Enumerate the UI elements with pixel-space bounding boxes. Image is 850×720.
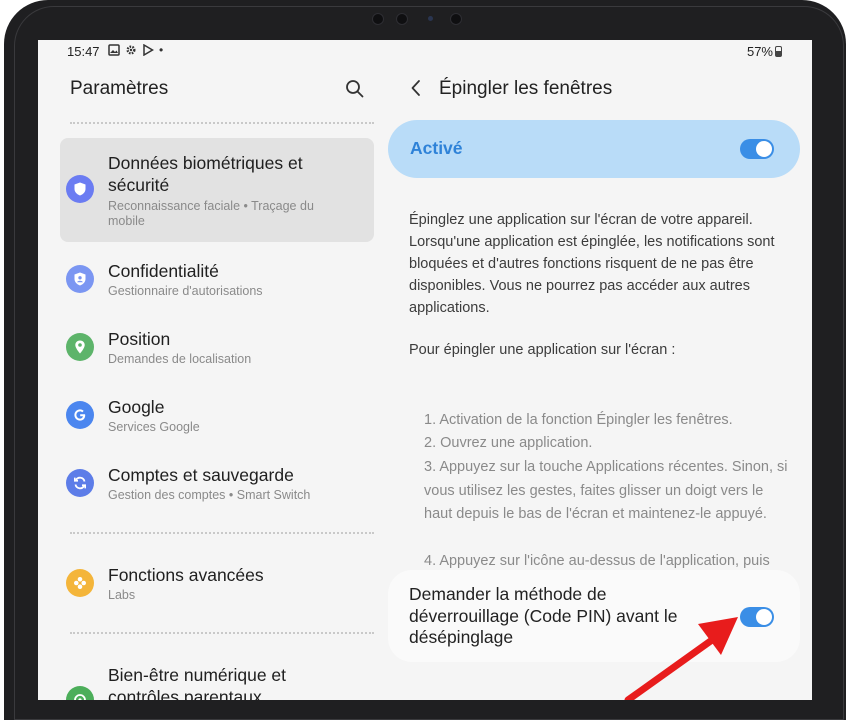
settings-item-title: Position xyxy=(108,329,171,349)
toggle-knob xyxy=(756,609,772,625)
settings-item-title: Données biométriques et sécurité xyxy=(108,153,303,195)
settings-item-subtitle: Gestion des comptes • Smart Switch xyxy=(108,488,311,502)
status-bar: 15:47 • 57% xyxy=(38,40,812,64)
settings-item-location[interactable]: Position Demandes de localisation xyxy=(60,328,374,374)
camera-icon xyxy=(450,13,462,25)
divider xyxy=(70,632,374,634)
image-notification-icon xyxy=(108,44,120,56)
settings-item-title: Google xyxy=(108,397,165,417)
instruction-step: 3. Appuyez sur la touche Applications ré… xyxy=(424,459,788,522)
settings-item-subtitle: Reconnaissance faciale • Traçage du mobi… xyxy=(108,199,314,228)
back-icon[interactable] xyxy=(408,78,426,98)
more-notifications-icon: • xyxy=(159,43,164,57)
settings-item-title: Confidentialité xyxy=(108,261,219,281)
battery-level: 57% xyxy=(746,44,773,59)
settings-title: Paramètres xyxy=(70,78,169,99)
screen: 15:47 • 57% Paramètres Données biométriq… xyxy=(38,40,812,700)
master-toggle-label: Activé xyxy=(410,138,463,158)
instructions-title: Pour épingler une application sur l'écra… xyxy=(409,342,676,358)
battery-status: 57% xyxy=(747,44,782,59)
page-title: Épingler les fenêtres xyxy=(439,78,613,99)
settings-item-title: Fonctions avancées xyxy=(108,565,264,585)
shield-icon xyxy=(66,175,94,203)
status-icons: • xyxy=(108,43,163,57)
privacy-icon xyxy=(66,265,94,293)
divider xyxy=(70,532,374,534)
settings-item-privacy[interactable]: Confidentialité Gestionnaire d'autorisat… xyxy=(60,260,374,306)
settings-list-panel: Paramètres Données biométriques et sécur… xyxy=(38,64,388,700)
settings-item-accounts-backup[interactable]: Comptes et sauvegarde Gestion des compte… xyxy=(60,464,374,510)
unlock-before-unpin-row[interactable]: Demander la méthode de déverrouillage (C… xyxy=(388,570,800,662)
search-icon[interactable] xyxy=(344,78,366,100)
settings-item-digital-wellbeing[interactable]: Bien-être numérique et contrôles parenta… xyxy=(60,664,374,700)
settings-item-title: Comptes et sauvegarde xyxy=(108,465,294,485)
description-text: Épinglez une application sur l'écran de … xyxy=(409,212,775,316)
play-store-icon xyxy=(143,44,154,56)
unlock-before-unpin-label: Demander la méthode de déverrouillage (C… xyxy=(409,584,678,647)
settings-item-subtitle: Labs xyxy=(108,588,136,602)
sensor-icon xyxy=(428,16,433,21)
gear-icon xyxy=(126,45,136,55)
wellbeing-icon xyxy=(66,686,94,700)
divider xyxy=(70,122,374,124)
battery-icon xyxy=(775,46,782,57)
instruction-step: 2. Ouvrez une application. xyxy=(424,435,593,451)
settings-item-subtitle: Services Google xyxy=(108,420,200,434)
camera-icon xyxy=(372,13,384,25)
master-toggle-row[interactable]: Activé xyxy=(388,120,800,178)
status-time: 15:47 xyxy=(67,44,100,59)
advanced-features-icon xyxy=(66,569,94,597)
settings-item-biometrics-security[interactable]: Données biométriques et sécurité Reconna… xyxy=(60,138,374,242)
settings-item-subtitle: Gestionnaire d'autorisations xyxy=(108,284,263,298)
location-icon xyxy=(66,333,94,361)
google-icon xyxy=(66,401,94,429)
settings-item-advanced-features[interactable]: Fonctions avancées Labs xyxy=(60,564,374,610)
sync-icon xyxy=(66,469,94,497)
unlock-before-unpin-switch[interactable] xyxy=(740,607,774,627)
screen-pinning-panel: Épingler les fenêtres Activé Épinglez un… xyxy=(388,64,812,700)
settings-item-title: Bien-être numérique et contrôles parenta… xyxy=(108,665,287,700)
instruction-step: 1. Activation de la fonction Épingler le… xyxy=(424,412,733,428)
camera-icon xyxy=(396,13,408,25)
master-toggle-switch[interactable] xyxy=(740,139,774,159)
settings-item-subtitle: Demandes de localisation xyxy=(108,352,252,366)
settings-item-google[interactable]: Google Services Google xyxy=(60,396,374,442)
toggle-knob xyxy=(756,141,772,157)
device: 15:47 • 57% Paramètres Données biométriq… xyxy=(0,0,850,720)
